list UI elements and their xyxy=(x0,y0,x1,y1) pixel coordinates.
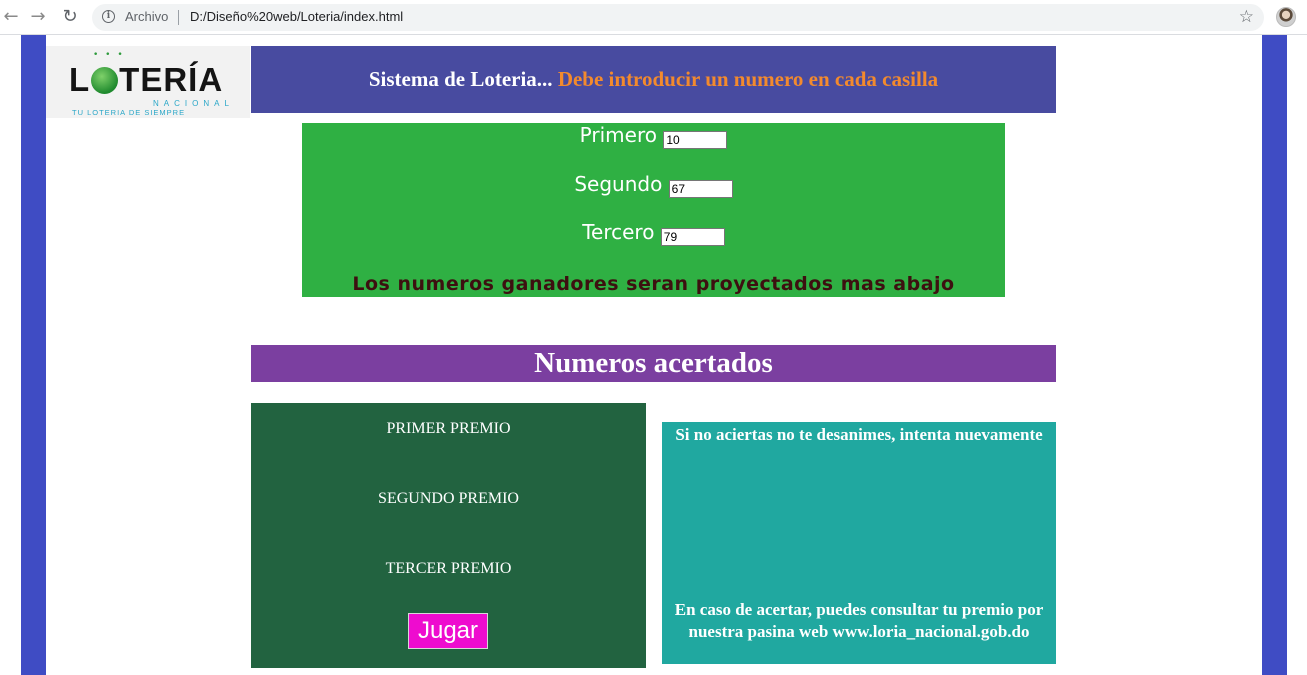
header-title: Sistema de Loteria... xyxy=(368,67,553,91)
security-label: Archivo xyxy=(125,9,169,24)
star-icon[interactable]: ☆ xyxy=(1239,7,1254,27)
logo-tagline: TU LOTERIA DE SIEMPRE xyxy=(72,108,186,117)
profile-avatar[interactable] xyxy=(1276,7,1296,27)
globe-icon xyxy=(91,67,119,94)
page-header: Sistema de Loteria... Debe introducir un… xyxy=(251,46,1056,113)
prizes-panel: PRIMER PREMIO SEGUNDO PREMIO TERCER PREM… xyxy=(251,403,646,668)
field-label-primero: Primero xyxy=(579,123,657,147)
header-warning: Debe introducir un numero en cada casill… xyxy=(557,67,939,91)
first-prize-label: PRIMER PREMIO xyxy=(386,420,511,437)
field-row-tercero: Tercero xyxy=(302,220,1005,246)
segundo-input[interactable] xyxy=(668,180,733,198)
jugar-button[interactable]: Jugar xyxy=(408,613,488,649)
arrow-left-icon: ← xyxy=(3,6,19,27)
browser-toolbar: ← → ↻ i Archivo D:/Diseño%20web/Loteria/… xyxy=(0,0,1307,35)
back-button[interactable]: ← xyxy=(0,6,22,28)
field-label-tercero: Tercero xyxy=(582,220,655,244)
field-label-segundo: Segundo xyxy=(574,172,663,196)
encouragement-text: Si no aciertas no te desanimes, intenta … xyxy=(675,425,1043,444)
field-row-primero: Primero xyxy=(302,123,1005,149)
field-row-segundo: Segundo xyxy=(302,172,1005,198)
logo-dots: • • • xyxy=(93,50,125,60)
url-text[interactable]: D:/Diseño%20web/Loteria/index.html xyxy=(190,9,403,24)
address-bar[interactable]: i Archivo D:/Diseño%20web/Loteria/index.… xyxy=(92,4,1264,31)
forward-button[interactable]: → xyxy=(27,6,49,28)
logo-subtitle: NACIONAL xyxy=(153,99,234,108)
tercero-input[interactable] xyxy=(660,228,725,246)
loteria-logo: • • • L TERÍA NACIONAL TU LOTERIA DE SIEM… xyxy=(46,46,250,118)
third-prize-label: TERCER PREMIO xyxy=(385,560,512,577)
reload-button[interactable]: ↻ xyxy=(59,6,81,28)
arrow-right-icon: → xyxy=(30,6,46,27)
website-info-text: En caso de acertar, puedes consultar tu … xyxy=(674,600,1044,641)
primero-input[interactable] xyxy=(663,131,728,149)
logo-wordmark: L TERÍA xyxy=(69,61,224,98)
second-prize-label: SEGUNDO PREMIO xyxy=(378,490,519,507)
left-side-bar xyxy=(21,35,46,675)
results-title: Numeros acertados xyxy=(251,345,1056,382)
right-side-bar xyxy=(1262,35,1287,675)
info-panel: Si no aciertas no te desanimes, intenta … xyxy=(662,422,1056,664)
info-icon[interactable]: i xyxy=(102,10,115,23)
form-note: Los numeros ganadores seran proyectados … xyxy=(352,273,955,295)
number-input-form: Primero Segundo Tercero Los numeros gana… xyxy=(302,123,1005,297)
address-divider xyxy=(178,10,179,25)
reload-icon: ↻ xyxy=(62,6,78,27)
